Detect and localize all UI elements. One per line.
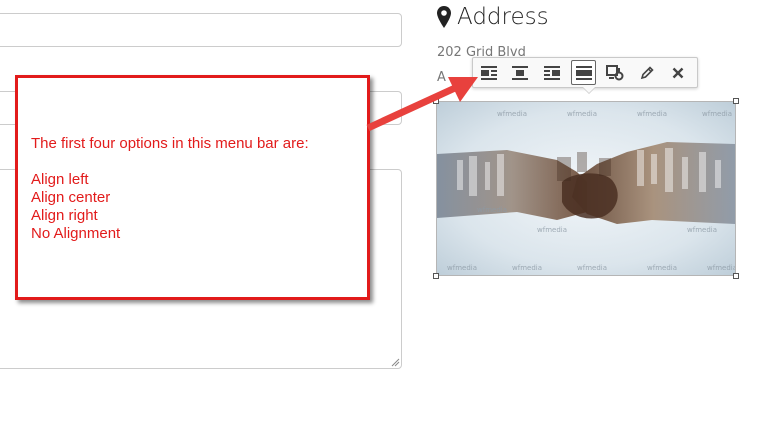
image-properties-button[interactable] xyxy=(602,60,628,85)
watermark: wfmedia xyxy=(567,110,597,118)
annotation-arrow xyxy=(366,77,478,132)
align-center-icon xyxy=(512,65,529,80)
map-pin-icon xyxy=(437,6,451,28)
close-icon xyxy=(672,67,684,78)
watermark: wfmedia xyxy=(512,264,542,272)
watermark: wfmedia xyxy=(702,110,732,118)
watermark: wfmedia xyxy=(637,110,667,118)
callout-item: Align right xyxy=(31,207,98,224)
watermark: wfmedia xyxy=(477,206,507,214)
callout-intro: The first four options in this menu bar … xyxy=(31,135,309,152)
watermark: wfmedia xyxy=(447,264,477,272)
watermark: wfmedia xyxy=(647,264,677,272)
no-alignment-button[interactable] xyxy=(570,60,597,85)
resize-handle-top-right[interactable] xyxy=(733,98,739,104)
image-toolbar xyxy=(472,57,698,94)
address-heading: Address xyxy=(437,2,549,32)
resize-handle-bottom-left[interactable] xyxy=(433,273,439,279)
callout-item: No Alignment xyxy=(31,225,121,242)
watermark: wfmedia xyxy=(687,226,717,234)
callout-text: The first four options in this menu bar … xyxy=(31,135,309,243)
annotation-callout: The first four options in this menu bar … xyxy=(15,75,370,300)
address-heading-text: Address xyxy=(457,4,549,30)
edit-button[interactable] xyxy=(634,60,660,85)
image-settings-icon xyxy=(606,64,624,80)
align-right-icon xyxy=(543,65,560,80)
watermark: wfmedia xyxy=(577,264,607,272)
pencil-icon xyxy=(640,65,654,79)
callout-item: Align left xyxy=(31,171,89,188)
remove-button[interactable] xyxy=(665,60,691,85)
resize-grip-icon[interactable] xyxy=(391,358,400,367)
watermark: wfmedia xyxy=(497,110,527,118)
align-right-button[interactable] xyxy=(539,60,565,85)
watermark: wfmedia xyxy=(537,226,567,234)
resize-handle-bottom-right[interactable] xyxy=(733,273,739,279)
align-center-button[interactable] xyxy=(508,60,534,85)
align-none-icon xyxy=(575,65,592,80)
callout-item: Align center xyxy=(31,189,111,206)
text-input-1[interactable] xyxy=(0,13,402,47)
watermark: wfmedia xyxy=(707,264,735,272)
